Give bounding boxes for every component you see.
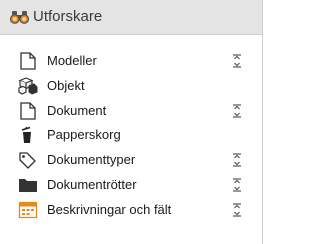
cubes-icon — [18, 77, 38, 95]
document-outline-icon — [20, 52, 36, 70]
calendar-icon — [18, 201, 38, 218]
panel-title: Utforskare — [33, 8, 103, 25]
expand-collapse-icon[interactable] — [231, 103, 243, 118]
explorer-item-label: Objekt — [47, 77, 85, 93]
tag-icon — [19, 152, 36, 169]
explorer-item-dokumenttyper[interactable]: Dokumenttyper — [0, 148, 262, 173]
explorer-item-beskrivningar[interactable]: Beskrivningar och fält — [0, 198, 262, 223]
expand-collapse-icon[interactable] — [231, 153, 243, 167]
explorer-list: Modeller Objekt Dokument Papperskorg Dok… — [0, 49, 262, 223]
explorer-item-label: Dokumentrötter — [47, 176, 137, 192]
explorer-item-papperskorg[interactable]: Papperskorg — [0, 123, 262, 148]
explorer-item-label: Modeller — [47, 53, 97, 68]
explorer-item-label: Papperskorg — [47, 127, 121, 143]
expand-collapse-icon[interactable] — [231, 203, 243, 217]
explorer-item-label: Dokument — [47, 102, 107, 118]
explorer-item-dokument[interactable]: Dokument — [0, 99, 262, 124]
binoculars-icon — [10, 11, 29, 24]
expand-collapse-icon[interactable] — [231, 178, 243, 192]
explorer-item-modeller[interactable]: Modeller — [0, 49, 262, 74]
explorer-item-dokumentrotter[interactable]: Dokumentrötter — [0, 173, 262, 198]
explorer-item-label: Beskrivningar och fält — [47, 201, 172, 217]
folder-icon — [19, 178, 37, 192]
explorer-panel: Utforskare Modeller Objekt Dokument Papp… — [0, 0, 263, 244]
trash-icon — [21, 127, 31, 144]
document-outline-icon — [20, 101, 36, 120]
expand-collapse-icon[interactable] — [231, 54, 243, 68]
panel-header: Utforskare — [0, 0, 262, 35]
explorer-item-objekt[interactable]: Objekt — [0, 74, 262, 99]
explorer-item-label: Dokumenttyper — [47, 152, 136, 168]
